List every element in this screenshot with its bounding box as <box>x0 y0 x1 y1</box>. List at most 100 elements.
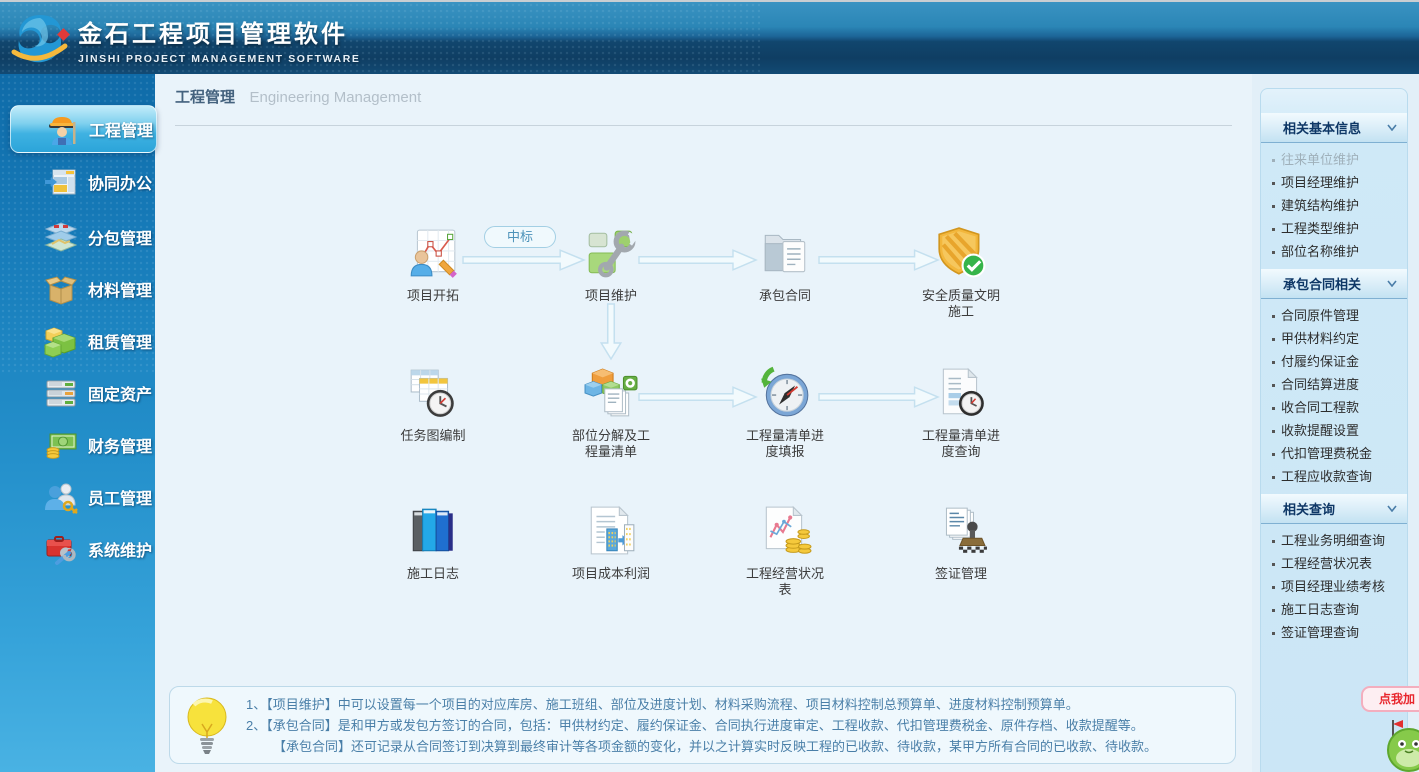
panel-item-contract-original[interactable]: 合同原件管理 <box>1261 304 1407 327</box>
flow-node-label: 承包合同 <box>758 288 811 303</box>
task-chart-clock-icon <box>406 366 460 420</box>
flow-node-label: 任务图编制 <box>400 428 466 443</box>
toolbox-wrench-icon <box>44 532 78 566</box>
books-icon <box>406 504 460 558</box>
safety-shield-icon <box>934 226 988 280</box>
chevron-down-icon <box>1387 505 1397 512</box>
panel-item-owner-material[interactable]: 甲供材料约定 <box>1261 327 1407 350</box>
section-title: 承包合同相关 <box>1283 277 1362 292</box>
panel-item-business-detail-query[interactable]: 工程业务明细查询 <box>1261 529 1407 552</box>
panel-item-project-manager-maintenance[interactable]: 项目经理维护 <box>1261 171 1407 194</box>
flow-node-visa[interactable]: 签证管理 <box>901 504 1021 582</box>
mascot-bubble[interactable]: 点我加 <box>1361 686 1419 712</box>
panel-item-log-query[interactable]: 施工日志查询 <box>1261 598 1407 621</box>
panel-item-building-structure-maintenance[interactable]: 建筑结构维护 <box>1261 194 1407 217</box>
sidebar-item-label: 系统维护 <box>88 543 153 560</box>
flow-node-label: 项目维护 <box>584 288 637 303</box>
flow-node-label: 工程经营状况表 <box>745 566 824 597</box>
contract-folder-icon <box>758 226 812 280</box>
flow-node-label: 项目开拓 <box>406 288 459 303</box>
chevron-down-icon <box>1387 124 1397 131</box>
sidebar-item-label: 租赁管理 <box>88 335 153 352</box>
flow-node-construction-log[interactable]: 施工日志 <box>373 504 493 582</box>
sidebar-item-finance[interactable]: 财务管理 <box>10 421 157 469</box>
panel-item-operation-report-query[interactable]: 工程经营状况表 <box>1261 552 1407 575</box>
page-title: 工程管理 <box>175 89 236 106</box>
panel-item-part-name-maintenance[interactable]: 部位名称维护 <box>1261 240 1407 263</box>
sidebar-item-label: 财务管理 <box>88 439 153 456</box>
project-development-icon <box>406 226 460 280</box>
sidebar-item-label: 分包管理 <box>88 231 153 248</box>
flow-node-operation-report[interactable]: 工程经营状况表 <box>725 504 845 598</box>
sidebar-item-staff[interactable]: 员工管理 <box>10 473 157 521</box>
section-header-contract[interactable]: 承包合同相关 <box>1261 269 1407 299</box>
doc-clock-icon <box>934 366 988 420</box>
panel-item-counterparty-maintenance[interactable]: 往来单位维护 <box>1261 148 1407 171</box>
panel-item-withholding-tax[interactable]: 代扣管理费税金 <box>1261 442 1407 465</box>
project-maintenance-icon <box>584 226 638 280</box>
panel-item-visa-query[interactable]: 签证管理查询 <box>1261 621 1407 644</box>
flow-node-boq-fill[interactable]: 工程量清单进度填报 <box>725 366 845 460</box>
sidebar-item-office[interactable]: 协同办公 <box>10 158 157 206</box>
jinshi-logo-icon <box>10 10 70 70</box>
sidebar-item-label: 协同办公 <box>88 176 153 193</box>
tip-line: 【承包合同】还可记录从合同签订到决算到最终审计等各项金额的变化，并以之计算实时反… <box>273 738 1158 754</box>
section-header-query[interactable]: 相关查询 <box>1261 494 1407 524</box>
main-content: 工程管理 Engineering Management 项目开拓 中标 项目维护… <box>155 74 1252 772</box>
related-links-panel: 相关基本信息 往来单位维护 项目经理维护 建筑结构维护 工程类型维护 部位名称维… <box>1260 88 1408 772</box>
panel-item-receive-payment[interactable]: 收合同工程款 <box>1261 396 1407 419</box>
flow-node-cost-profit[interactable]: 项目成本利润 <box>551 504 671 582</box>
panel-item-pm-performance[interactable]: 项目经理业绩考核 <box>1261 575 1407 598</box>
flow-node-label: 项目成本利润 <box>571 566 650 581</box>
section-title: 相关查询 <box>1283 502 1336 517</box>
flow-node-boq[interactable]: 部位分解及工程量清单 <box>551 366 671 460</box>
panel-item-contract-settlement[interactable]: 合同结算进度 <box>1261 373 1407 396</box>
lightbulb-icon <box>176 691 238 759</box>
flow-node-label: 部位分解及工程量清单 <box>571 428 650 459</box>
app-header: 金石工程项目管理软件 JINSHI PROJECT MANAGEMENT SOF… <box>0 0 1419 76</box>
tip-line: 1、【项目维护】中可以设置每一个项目的对应库房、施工班组、部位及进度计划、材料采… <box>246 696 1079 712</box>
office-window-icon <box>44 165 78 199</box>
cost-profit-doc-icon <box>584 504 638 558</box>
sidebar-item-leasing[interactable]: 租赁管理 <box>10 317 157 365</box>
sidebar-item-label: 员工管理 <box>88 491 153 508</box>
mascot-character-icon[interactable] <box>1379 718 1419 772</box>
main-nav-sidebar: 工程管理 协同办公 分包管理 材料管理 租赁管理 固定资产 财务管理 员工管理 … <box>0 74 157 772</box>
sidebar-item-engineering[interactable]: 工程管理 <box>10 105 157 153</box>
progress-clock-icon <box>758 366 812 420</box>
money-icon <box>44 428 78 462</box>
sidebar-item-materials[interactable]: 材料管理 <box>10 265 157 313</box>
sidebar-item-label: 固定资产 <box>88 387 153 404</box>
people-key-icon <box>44 480 78 514</box>
app-title: 金石工程项目管理软件 <box>78 21 348 48</box>
flow-node-label: 施工日志 <box>406 566 459 581</box>
section-header-basic-info[interactable]: 相关基本信息 <box>1261 113 1407 143</box>
chevron-down-icon <box>1387 280 1397 287</box>
flow-node-task-chart[interactable]: 任务图编制 <box>373 366 493 444</box>
sidebar-item-system[interactable]: 系统维护 <box>10 525 157 573</box>
report-chart-coins-icon <box>758 504 812 558</box>
green-cubes-icon <box>44 324 78 358</box>
stamp-docs-icon <box>934 504 988 558</box>
flow-node-safety[interactable]: 安全质量文明施工 <box>901 226 1021 320</box>
panel-item-project-type-maintenance[interactable]: 工程类型维护 <box>1261 217 1407 240</box>
panel-item-receivables-query[interactable]: 工程应收款查询 <box>1261 465 1407 488</box>
boq-cubes-doc-icon <box>584 366 638 420</box>
flow-node-label: 工程量清单进度查询 <box>921 428 1000 459</box>
flow-node-label: 工程量清单进度填报 <box>745 428 824 459</box>
flow-node-label: 签证管理 <box>934 566 987 581</box>
page-title-en: Engineering Management <box>249 89 422 106</box>
engineering-worker-icon <box>45 112 79 146</box>
panel-item-performance-bond[interactable]: 付履约保证金 <box>1261 350 1407 373</box>
panel-item-payment-reminder[interactable]: 收款提醒设置 <box>1261 419 1407 442</box>
flow-node-boq-query[interactable]: 工程量清单进度查询 <box>901 366 1021 460</box>
open-box-icon <box>44 272 78 306</box>
flow-arrow-down-icon <box>599 303 623 361</box>
layers-icon <box>44 220 78 254</box>
sidebar-item-fixed-assets[interactable]: 固定资产 <box>10 369 157 417</box>
bid-status-pill: 中标 <box>484 226 556 248</box>
sidebar-item-label: 工程管理 <box>89 123 154 140</box>
sidebar-item-subcontract[interactable]: 分包管理 <box>10 213 157 261</box>
helper-mascot[interactable]: 点我加 <box>1353 684 1419 772</box>
sidebar-item-label: 材料管理 <box>88 283 153 300</box>
